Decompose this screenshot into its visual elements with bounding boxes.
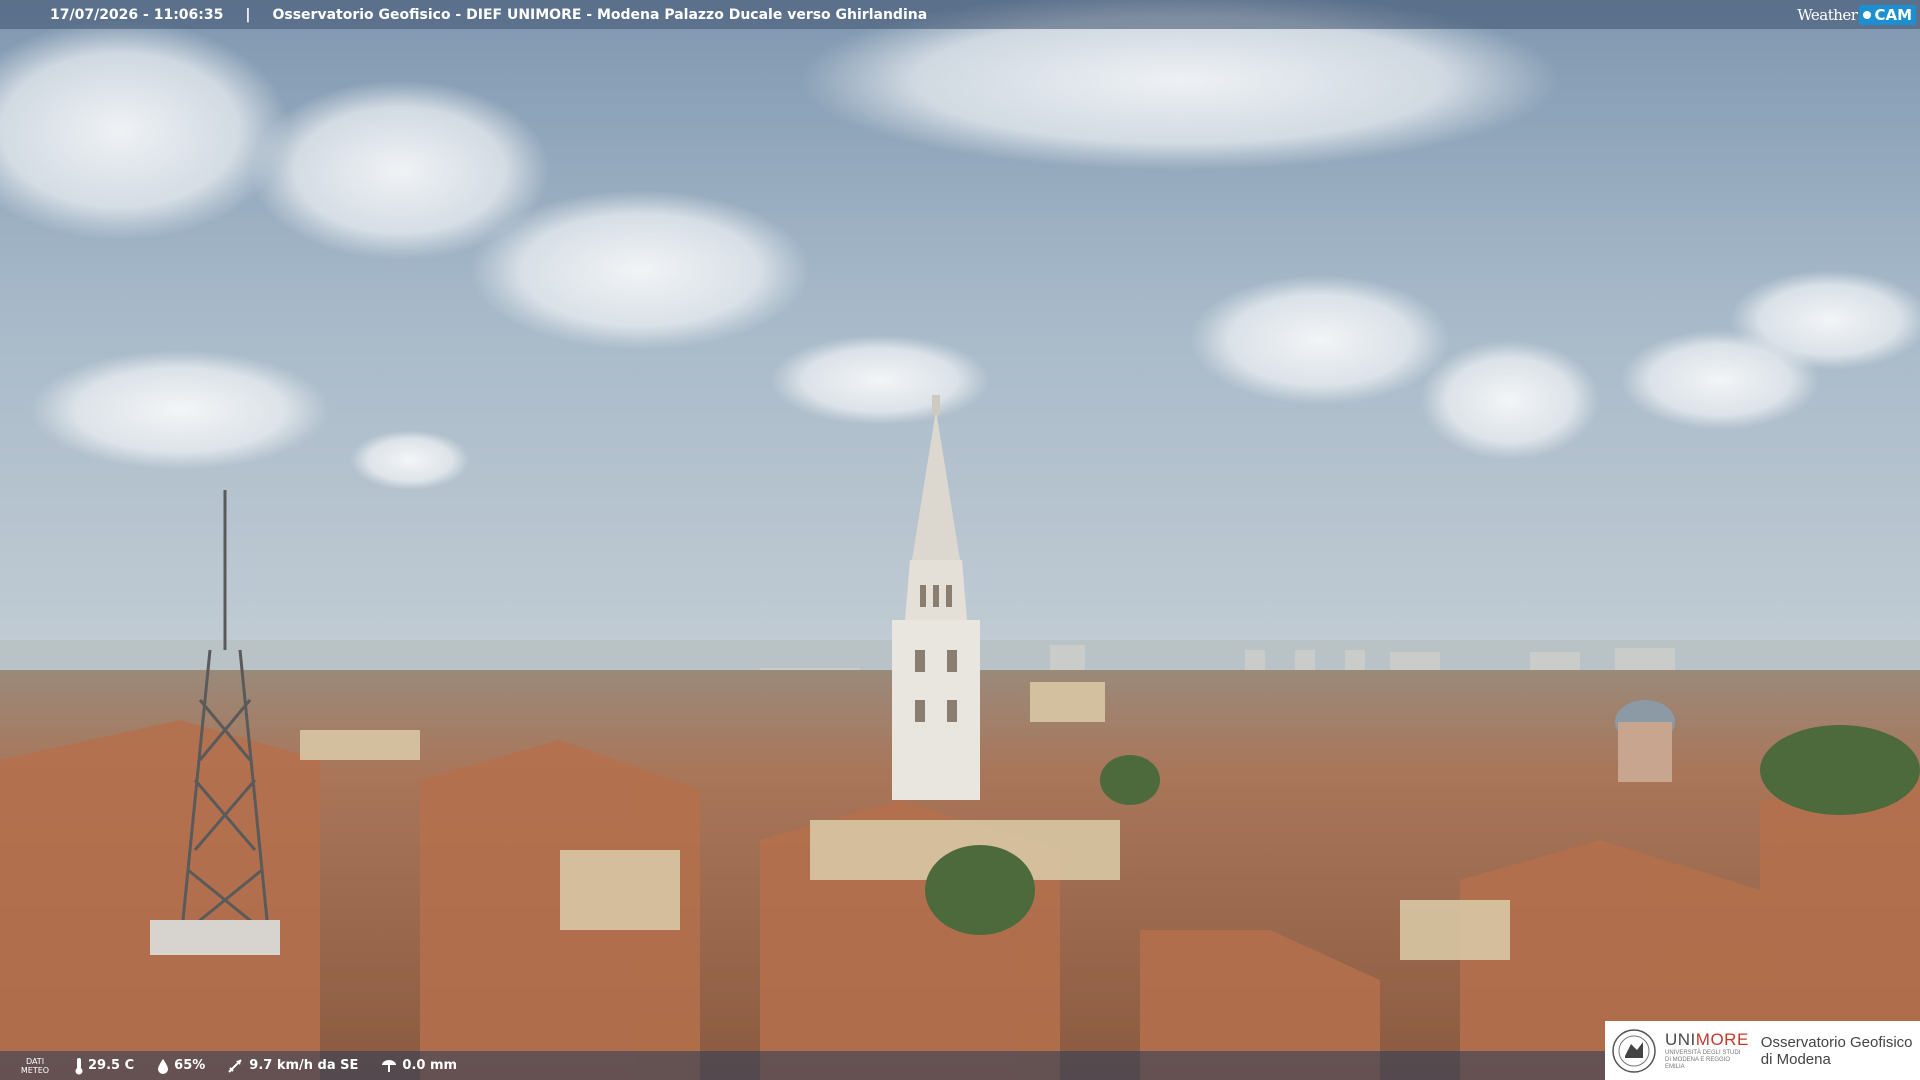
humidity-drop-icon bbox=[158, 1058, 169, 1074]
caption-separator: | bbox=[245, 6, 251, 23]
unimore-name: UNIMORE bbox=[1665, 1030, 1749, 1049]
unimore-brand: UNIMORE UNIVERSITÀ DEGLI STUDI DI MODENA… bbox=[1665, 1030, 1749, 1071]
camera-lens-icon bbox=[1863, 10, 1872, 19]
humidity-reading: 65% bbox=[156, 1058, 205, 1074]
rain-gauge-icon bbox=[382, 1059, 397, 1072]
thermometer-icon bbox=[75, 1057, 83, 1074]
weathercam-logo-weather: Weather bbox=[1797, 5, 1858, 24]
dome bbox=[1615, 700, 1675, 782]
wind-vane-icon bbox=[228, 1058, 242, 1073]
institution-logo: UNIMORE UNIVERSITÀ DEGLI STUDI DI MODENA… bbox=[1605, 1021, 1920, 1080]
rain-reading: 0.0 mm bbox=[380, 1058, 457, 1074]
antenna-base bbox=[150, 920, 280, 955]
webcam-scene bbox=[0, 0, 1920, 1080]
unimore-subtitle: UNIVERSITÀ DEGLI STUDI DI MODENA E REGGI… bbox=[1665, 1050, 1741, 1070]
temperature-reading: 29.5 C bbox=[74, 1057, 134, 1075]
weather-data-bar: DATI METEO 29.5 C 65% 9.7 km/h da SE 0.0… bbox=[0, 1051, 1605, 1080]
observatory-name: Osservatorio Geofisico di Modena bbox=[1760, 1033, 1913, 1068]
weathercam-logo-cam: CAM bbox=[1859, 4, 1916, 25]
camera-title: Osservatorio Geofisico - DIEF UNIMORE - … bbox=[272, 6, 928, 23]
university-seal-icon bbox=[1612, 1028, 1656, 1073]
timestamp: 17/07/2026 - 11:06:35 bbox=[50, 6, 224, 23]
caption-bar: 17/07/2026 - 11:06:35 | Osservatorio Geo… bbox=[0, 0, 1920, 29]
wind-reading: 9.7 km/h da SE bbox=[227, 1058, 358, 1074]
weathercam-logo: Weather CAM bbox=[1797, 0, 1920, 29]
weather-data-label: DATI METEO bbox=[20, 1056, 50, 1075]
